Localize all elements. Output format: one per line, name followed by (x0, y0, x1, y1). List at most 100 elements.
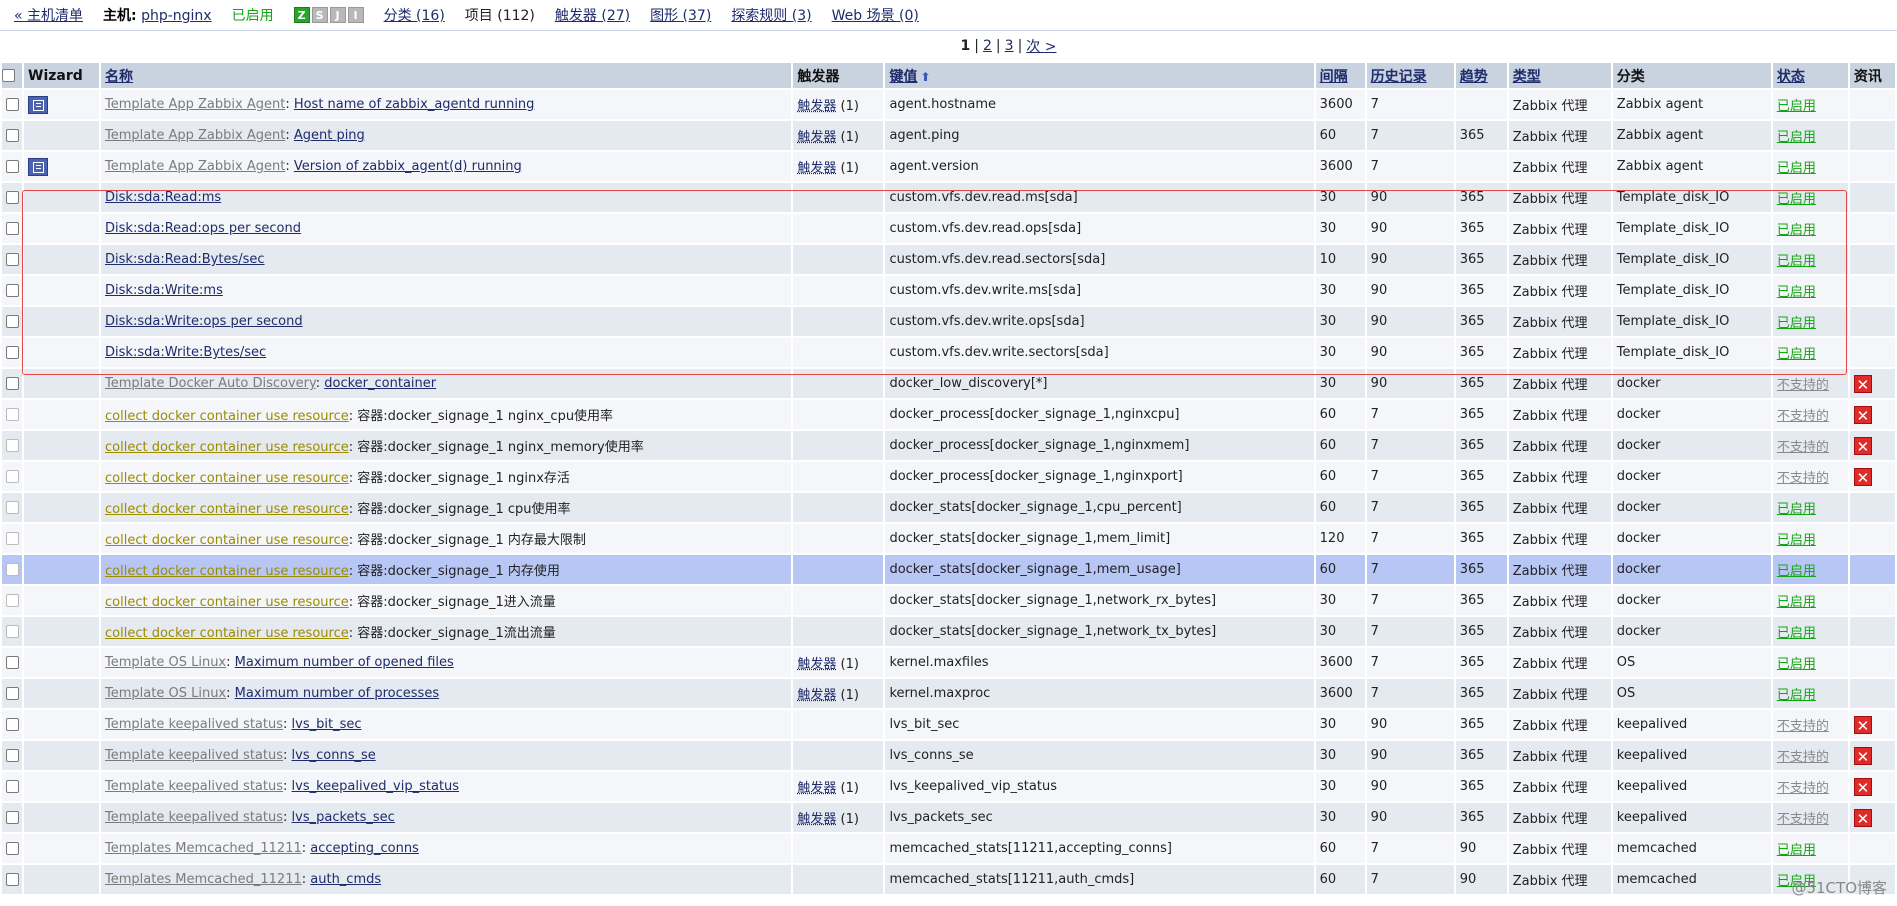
item-name-link[interactable]: docker_container (324, 376, 436, 391)
status-toggle[interactable]: 已启用 (1777, 161, 1816, 176)
triggers-link[interactable]: 触发器 (797, 130, 836, 145)
wizard-icon[interactable] (28, 157, 48, 176)
status-toggle[interactable]: 已启用 (1777, 564, 1816, 579)
row-checkbox[interactable] (5, 873, 19, 886)
row-checkbox[interactable] (5, 501, 19, 514)
template-link[interactable]: collect docker container use resource (105, 440, 349, 455)
row-checkbox[interactable] (5, 532, 19, 545)
status-toggle[interactable]: 已启用 (1777, 347, 1816, 362)
col-history[interactable]: 历史记录 (1366, 63, 1454, 88)
col-type[interactable]: 类型 (1508, 63, 1611, 88)
sort-by-status[interactable]: 状态 (1777, 69, 1805, 85)
col-trends[interactable]: 趋势 (1455, 63, 1507, 88)
item-name-link[interactable]: accepting_conns (310, 841, 419, 856)
wizard-icon[interactable] (28, 95, 48, 114)
sort-by-trends[interactable]: 趋势 (1460, 69, 1488, 85)
row-checkbox[interactable] (5, 439, 19, 452)
item-name-link[interactable]: lvs_keepalived_vip_status (292, 779, 460, 794)
status-toggle[interactable]: 已启用 (1777, 657, 1816, 672)
row-checkbox[interactable] (5, 160, 19, 173)
sort-by-interval[interactable]: 间隔 (1320, 69, 1348, 85)
status-toggle[interactable]: 不支持的 (1777, 781, 1829, 796)
status-toggle[interactable]: 已启用 (1777, 130, 1816, 145)
triggers-link[interactable]: 触发器 (797, 161, 836, 176)
row-checkbox[interactable] (5, 594, 19, 607)
template-link[interactable]: collect docker container use resource (105, 502, 349, 517)
item-name-link[interactable]: Maximum number of opened files (235, 655, 454, 670)
error-icon[interactable]: ✕ (1853, 808, 1872, 828)
row-checkbox[interactable] (5, 408, 19, 421)
status-toggle[interactable]: 已启用 (1777, 254, 1816, 269)
item-name-link[interactable]: Disk:sda:Read:ops per second (105, 221, 301, 236)
status-toggle[interactable]: 已启用 (1777, 192, 1816, 207)
template-link[interactable]: Template keepalived status (105, 810, 283, 825)
sort-by-key[interactable]: 键值 (889, 69, 917, 85)
col-interval[interactable]: 间隔 (1315, 63, 1365, 88)
row-checkbox[interactable] (5, 191, 19, 204)
template-link[interactable]: collect docker container use resource (105, 564, 349, 579)
status-toggle[interactable]: 不支持的 (1777, 812, 1829, 827)
template-link[interactable]: Template OS Linux (105, 686, 226, 701)
sort-by-name[interactable]: 名称 (105, 69, 133, 85)
item-name-link[interactable]: Disk:sda:Read:ms (105, 190, 221, 205)
status-toggle[interactable]: 不支持的 (1777, 440, 1829, 455)
row-checkbox[interactable] (5, 780, 19, 793)
row-checkbox[interactable] (5, 222, 19, 235)
template-link[interactable]: Templates Memcached_11211 (105, 841, 302, 856)
col-name[interactable]: 名称 (101, 63, 792, 88)
triggers-link[interactable]: 触发器 (797, 812, 836, 827)
row-checkbox[interactable] (5, 749, 19, 762)
item-name-link[interactable]: Agent ping (294, 128, 365, 143)
triggers-link[interactable]: 触发器 (797, 688, 836, 703)
row-checkbox[interactable] (5, 98, 19, 111)
error-icon[interactable]: ✕ (1853, 777, 1872, 797)
host-name-link[interactable]: php-nginx (141, 8, 212, 24)
template-link[interactable]: collect docker container use resource (105, 471, 349, 486)
error-icon[interactable]: ✕ (1853, 405, 1872, 425)
graphs-link[interactable]: 图形 (37) (650, 5, 711, 25)
template-link[interactable]: Template App Zabbix Agent (105, 159, 285, 174)
sort-by-type[interactable]: 类型 (1513, 69, 1541, 85)
col-key[interactable]: 键值 ⬆ (885, 63, 1314, 88)
template-link[interactable]: Template App Zabbix Agent (105, 128, 285, 143)
template-link[interactable]: collect docker container use resource (105, 533, 349, 548)
status-toggle[interactable]: 已启用 (1777, 595, 1816, 610)
status-toggle[interactable]: 已启用 (1777, 502, 1816, 517)
status-toggle[interactable]: 已启用 (1777, 223, 1816, 238)
error-icon[interactable]: ✕ (1853, 746, 1872, 766)
template-link[interactable]: Templates Memcached_11211 (105, 872, 302, 887)
status-toggle[interactable]: 已启用 (1777, 99, 1816, 114)
row-checkbox[interactable] (5, 129, 19, 142)
error-icon[interactable]: ✕ (1853, 715, 1872, 735)
template-link[interactable]: collect docker container use resource (105, 595, 349, 610)
row-checkbox[interactable] (5, 284, 19, 297)
triggers-link[interactable]: 触发器 (797, 99, 836, 114)
item-name-link[interactable]: lvs_packets_sec (292, 810, 395, 825)
status-toggle[interactable]: 已启用 (1777, 626, 1816, 641)
triggers-link[interactable]: 触发器 (797, 781, 836, 796)
error-icon[interactable]: ✕ (1853, 467, 1872, 487)
row-checkbox[interactable] (5, 656, 19, 669)
triggers-link[interactable]: 触发器 (797, 657, 836, 672)
row-checkbox[interactable] (5, 315, 19, 328)
template-link[interactable]: Template keepalived status (105, 748, 283, 763)
item-name-link[interactable]: lvs_bit_sec (292, 717, 362, 732)
row-checkbox[interactable] (5, 718, 19, 731)
select-all-checkbox[interactable] (2, 69, 15, 82)
status-toggle[interactable]: 已启用 (1777, 533, 1816, 548)
row-checkbox[interactable] (5, 811, 19, 824)
template-link[interactable]: Template Docker Auto Discovery (105, 376, 316, 391)
status-toggle[interactable]: 不支持的 (1777, 750, 1829, 765)
row-checkbox[interactable] (5, 625, 19, 638)
row-checkbox[interactable] (5, 253, 19, 266)
host-list-link[interactable]: « 主机清单 (14, 5, 83, 25)
status-toggle[interactable]: 已启用 (1777, 688, 1816, 703)
row-checkbox[interactable] (5, 842, 19, 855)
item-name-link[interactable]: Maximum number of processes (235, 686, 439, 701)
error-icon[interactable]: ✕ (1853, 436, 1872, 456)
col-status[interactable]: 状态 (1772, 63, 1848, 88)
item-name-link[interactable]: Disk:sda:Write:Bytes/sec (105, 345, 266, 360)
status-toggle[interactable]: 不支持的 (1777, 719, 1829, 734)
row-checkbox[interactable] (5, 687, 19, 700)
item-name-link[interactable]: lvs_conns_se (292, 748, 376, 763)
